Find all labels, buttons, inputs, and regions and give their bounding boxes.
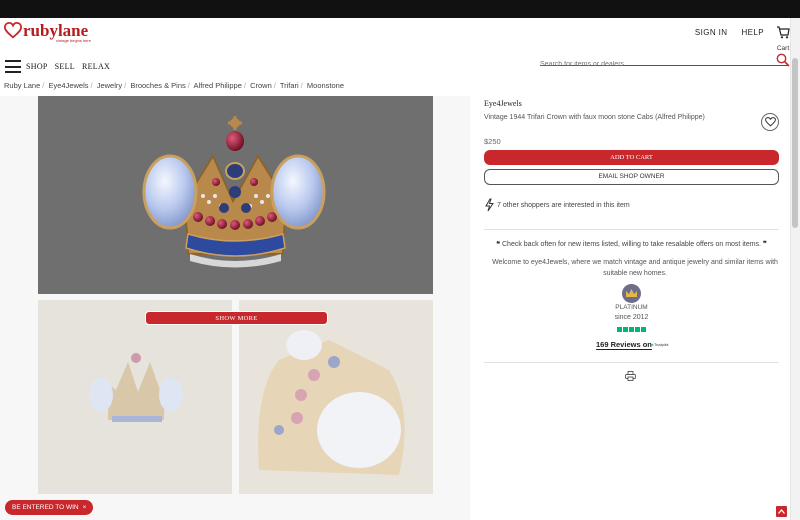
nav-shop[interactable]: SHOP bbox=[26, 62, 48, 71]
breadcrumb: Ruby Lane / Eye4Jewels / Jewelry / Brooches… bbox=[4, 81, 345, 90]
search-bar bbox=[540, 53, 790, 68]
favorite-heart-icon bbox=[764, 117, 776, 127]
trustpilot-logo: ★Trustpilot bbox=[651, 343, 668, 347]
add-to-cart-button[interactable]: ADD TO CART bbox=[484, 150, 779, 165]
enter-to-win-label: BE ENTERED TO WIN bbox=[12, 504, 79, 511]
seller-since: since 2012 bbox=[614, 314, 649, 321]
page-scrollbar[interactable] bbox=[790, 18, 800, 520]
item-title: Vintage 1944 Trifari Crown with faux moo… bbox=[484, 114, 705, 121]
brand-tagline: vintage begins here bbox=[56, 38, 91, 43]
printer-icon[interactable] bbox=[625, 371, 636, 381]
star-icon bbox=[635, 327, 640, 332]
star-icon bbox=[641, 327, 646, 332]
breadcrumb-item[interactable]: Jewelry bbox=[97, 81, 122, 90]
email-shop-owner-button[interactable]: EMAIL SHOP OWNER bbox=[484, 169, 779, 185]
cart-icon bbox=[777, 26, 790, 39]
breadcrumb-item[interactable]: Trifari bbox=[280, 81, 299, 90]
thumbnail-photo-2[interactable] bbox=[239, 300, 433, 494]
main-product-photo[interactable] bbox=[38, 96, 433, 294]
breadcrumb-item[interactable]: Ruby Lane bbox=[4, 81, 40, 90]
crown-thumbnail-image bbox=[38, 300, 232, 494]
thumbnail-photo-1[interactable] bbox=[38, 300, 232, 494]
seller-tier: PLATINUM bbox=[615, 304, 648, 311]
breadcrumb-item[interactable]: Moonstone bbox=[307, 81, 344, 90]
star-icon bbox=[623, 327, 628, 332]
quote-text: Check back often for new items listed, w… bbox=[502, 241, 761, 248]
heart-logo-icon bbox=[4, 22, 22, 39]
back-to-top-button[interactable] bbox=[776, 506, 787, 517]
nav-relax[interactable]: RELAX bbox=[82, 62, 110, 71]
reviews-link[interactable]: 169 Reviews on bbox=[596, 340, 652, 350]
help-link[interactable]: HELP bbox=[742, 28, 765, 37]
close-icon[interactable]: × bbox=[83, 504, 87, 511]
browser-top-bar bbox=[0, 0, 800, 18]
divider bbox=[484, 229, 779, 230]
trustpilot-label: Trustpilot bbox=[654, 343, 669, 347]
interest-note: 7 other shoppers are interested in this … bbox=[484, 198, 630, 212]
scrollbar-thumb[interactable] bbox=[792, 58, 798, 228]
hamburger-icon[interactable] bbox=[5, 60, 21, 73]
lightning-icon bbox=[485, 198, 494, 212]
crown-brooch-image bbox=[142, 116, 326, 268]
rubylane-logo[interactable]: rubylane vintage begins here bbox=[4, 21, 91, 43]
cart-button[interactable]: Cart bbox=[775, 26, 791, 52]
platinum-badge bbox=[622, 284, 641, 303]
rating-stars bbox=[617, 327, 646, 332]
brand-name: rubylane bbox=[23, 21, 89, 40]
show-more-button[interactable]: SHOW MORE bbox=[145, 311, 328, 325]
sign-in-link[interactable]: SIGN IN bbox=[695, 28, 728, 37]
breadcrumb-item[interactable]: Alfred Philippe bbox=[194, 81, 242, 90]
interest-text: 7 other shoppers are interested in this … bbox=[497, 201, 630, 209]
favorite-button[interactable] bbox=[761, 113, 779, 131]
star-icon bbox=[617, 327, 622, 332]
search-icon[interactable] bbox=[776, 53, 790, 67]
crown-badge-icon bbox=[626, 289, 637, 297]
search-input[interactable] bbox=[540, 61, 770, 68]
breadcrumb-item[interactable]: Crown bbox=[250, 81, 272, 90]
back-to-top-icon bbox=[778, 509, 785, 514]
item-price: $250 bbox=[484, 137, 501, 146]
main-nav: SHOP SELL RELAX bbox=[26, 62, 110, 71]
account-links: SIGN IN HELP bbox=[695, 28, 764, 37]
enter-to-win-button[interactable]: BE ENTERED TO WIN × bbox=[5, 500, 94, 515]
cart-label: Cart bbox=[776, 45, 790, 52]
nav-sell[interactable]: SELL bbox=[55, 62, 75, 71]
breadcrumb-item[interactable]: Eye4Jewels bbox=[48, 81, 88, 90]
quote-open-mark: ❝ bbox=[496, 241, 501, 248]
quote-close-mark: ❞ bbox=[762, 241, 767, 248]
dealer-name[interactable]: Eye4Jewels bbox=[484, 99, 522, 108]
divider bbox=[484, 362, 779, 363]
shop-quote: ❝ Check back often for new items listed,… bbox=[484, 240, 779, 248]
breadcrumb-item[interactable]: Brooches & Pins bbox=[130, 81, 185, 90]
shop-welcome-text: Welcome to eye4Jewels, where we match vi… bbox=[492, 259, 778, 277]
star-icon bbox=[629, 327, 634, 332]
crown-closeup-image bbox=[239, 300, 433, 494]
